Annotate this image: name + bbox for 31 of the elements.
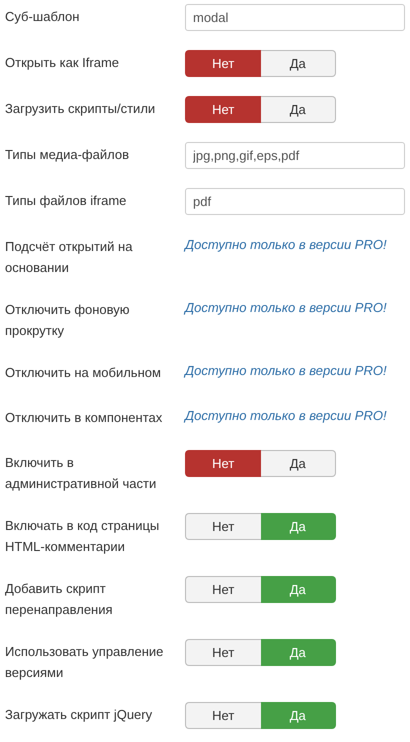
input-field[interactable]: modal xyxy=(185,4,405,31)
toggle-option[interactable]: Нет xyxy=(185,50,260,77)
pro-note: Доступно только в версии PRO! xyxy=(185,362,387,380)
field-label: Открыть как Iframe xyxy=(5,54,120,72)
toggle-option[interactable]: Нет xyxy=(185,702,260,729)
field-label: Включить в административной части xyxy=(5,454,158,493)
toggle-option[interactable]: Да xyxy=(260,50,336,77)
pro-note: Доступно только в версии PRO! xyxy=(185,236,387,254)
field-label: Отключить на мобильном xyxy=(5,364,162,382)
toggle-option[interactable]: Нет xyxy=(185,639,260,666)
field-label: Загружать скрипт jQuery xyxy=(5,706,154,724)
field-label: Включать в код страницы HTML-комментарии xyxy=(5,517,160,556)
field-label: Отключить фоновую прокрутку xyxy=(5,301,131,340)
toggle-option[interactable]: Нет xyxy=(185,96,260,123)
toggle-option[interactable]: Нет xyxy=(185,513,260,540)
field-label: Типы файлов iframe xyxy=(5,192,128,210)
pro-note: Доступно только в версии PRO! xyxy=(185,407,387,425)
field-label: Использовать управление версиями xyxy=(5,643,164,682)
field-label: Суб-шаблон xyxy=(5,8,80,26)
field-label: Отключить в компонентах xyxy=(5,409,164,427)
toggle-option[interactable]: Да xyxy=(260,96,336,123)
field-label: Подсчёт открытий на основании xyxy=(5,238,134,277)
input-field[interactable]: jpg,png,gif,eps,pdf xyxy=(185,142,405,169)
toggle-option[interactable]: Нет xyxy=(185,576,260,603)
field-label: Типы медиа-файлов xyxy=(5,146,130,164)
toggle-option[interactable]: Нет xyxy=(185,450,260,477)
field-label: Добавить скрипт перенаправления xyxy=(5,580,114,619)
input-field[interactable]: pdf xyxy=(185,188,405,215)
field-label: Загрузить скрипты/стили xyxy=(5,100,156,118)
pro-note: Доступно только в версии PRO! xyxy=(185,299,387,317)
toggle-option[interactable]: Да xyxy=(260,450,336,477)
